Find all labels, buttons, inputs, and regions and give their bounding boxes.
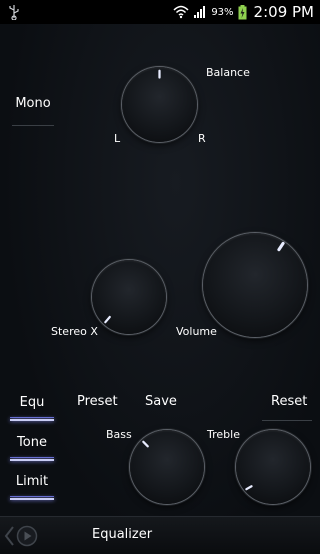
limit-active-indicator [10, 498, 54, 500]
treble-knob[interactable] [236, 430, 310, 504]
equ-active-indicator [10, 419, 54, 421]
mono-label: Mono [15, 96, 51, 111]
reset-underline [262, 420, 312, 421]
bottom-bar: Equalizer [0, 516, 320, 554]
reset-button[interactable]: Reset [271, 394, 307, 409]
balance-label: Balance [206, 66, 250, 79]
stereo-x-label: Stereo X [51, 325, 98, 338]
stereo-x-indicator [104, 315, 111, 324]
clock: 2:09 PM [253, 3, 314, 21]
mono-underline [12, 125, 54, 126]
mono-button[interactable]: Mono [10, 96, 56, 126]
balance-left-label: L [114, 132, 121, 145]
signal-icon [194, 6, 206, 18]
tone-indicator-glow [10, 457, 54, 458]
equalizer-title: Equalizer [92, 527, 153, 542]
equ-label: Equ [19, 395, 45, 410]
play-icon[interactable] [16, 525, 38, 547]
volume-knob[interactable] [203, 233, 307, 337]
limit-button[interactable]: Limit [10, 474, 54, 500]
preset-button[interactable]: Preset [77, 394, 118, 409]
tone-label: Tone [17, 435, 47, 450]
volume-indicator [277, 241, 285, 252]
status-bar: 93% 2:09 PM [0, 0, 320, 24]
volume-label: Volume [176, 325, 217, 338]
bass-label: Bass [106, 428, 132, 441]
stereo-x-knob[interactable] [92, 260, 166, 334]
bass-knob[interactable] [130, 430, 204, 504]
balance-right-label: R [198, 132, 206, 145]
treble-label: Treble [207, 428, 240, 441]
usb-icon [9, 5, 19, 20]
bass-indicator [142, 440, 149, 448]
balance-knob[interactable] [122, 67, 197, 142]
treble-indicator [245, 485, 253, 491]
limit-indicator-glow [10, 496, 54, 497]
tone-active-indicator [10, 459, 54, 461]
equ-indicator-glow [10, 417, 54, 418]
chevron-left-icon[interactable] [2, 524, 16, 548]
balance-indicator [158, 69, 161, 79]
equ-button[interactable]: Equ [10, 395, 54, 421]
limit-label: Limit [15, 474, 49, 489]
save-button[interactable]: Save [145, 394, 177, 409]
player-controls [0, 524, 40, 548]
tone-button[interactable]: Tone [10, 435, 54, 461]
wifi-icon [173, 5, 189, 19]
battery-charging-icon [238, 4, 247, 19]
battery-percent: 93% [211, 6, 234, 18]
